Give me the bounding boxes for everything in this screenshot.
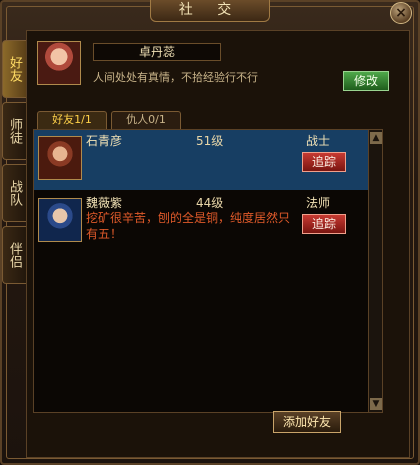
main-panel: 卓丹蕊 人间处处有真情，不拾经验行不行 修改 好友1/1 仇人0/1 石青彦 5…	[26, 30, 410, 458]
avatar	[38, 136, 82, 180]
list-scrollbar[interactable]: ▲ ▼	[368, 130, 382, 412]
self-name: 卓丹蕊	[93, 43, 221, 61]
friend-list: 石青彦 51级 战士 追踪 魏薇紫 44级 法师 挖矿很辛苦，刨的全是铜，纯度居…	[33, 129, 383, 413]
tab-friend-list[interactable]: 好友1/1	[37, 111, 107, 129]
track-button[interactable]: 追踪	[302, 214, 346, 234]
friend-class: 法师	[306, 196, 331, 210]
tab-mentor[interactable]: 师徒	[2, 102, 26, 160]
self-avatar	[37, 41, 81, 85]
tab-friends[interactable]: 好友	[2, 40, 26, 98]
self-profile: 卓丹蕊 人间处处有真情，不拾经验行不行 修改	[35, 37, 403, 97]
close-icon[interactable]: ×	[390, 2, 412, 24]
list-item[interactable]: 魏薇紫 44级 法师 挖矿很辛苦，刨的全是铜，纯度居然只有五！ 追踪	[34, 192, 368, 252]
friend-level: 51级	[196, 134, 224, 148]
track-button[interactable]: 追踪	[302, 152, 346, 172]
friend-name: 石青彦	[86, 134, 123, 148]
friend-desc: 挖矿很辛苦，刨的全是铜，纯度居然只有五！	[86, 211, 291, 241]
friend-level: 44级	[196, 196, 224, 210]
list-item[interactable]: 石青彦 51级 战士 追踪	[34, 130, 368, 190]
scroll-up-icon[interactable]: ▲	[370, 132, 382, 144]
scroll-down-icon[interactable]: ▼	[370, 398, 382, 410]
avatar	[38, 198, 82, 242]
edit-button[interactable]: 修改	[343, 71, 389, 91]
friend-class: 战士	[306, 134, 331, 148]
tab-partner[interactable]: 伴侣	[2, 226, 26, 284]
tab-enemy-list[interactable]: 仇人0/1	[111, 111, 181, 129]
side-tabs: 好友 师徒 战队 伴侣	[2, 40, 26, 288]
self-signature: 人间处处有真情，不拾经验行不行	[93, 71, 258, 84]
tab-team[interactable]: 战队	[2, 164, 26, 222]
friend-name: 魏薇紫	[86, 196, 123, 210]
window-title: 社 交	[150, 0, 270, 22]
add-friend-button[interactable]: 添加好友	[273, 411, 341, 433]
